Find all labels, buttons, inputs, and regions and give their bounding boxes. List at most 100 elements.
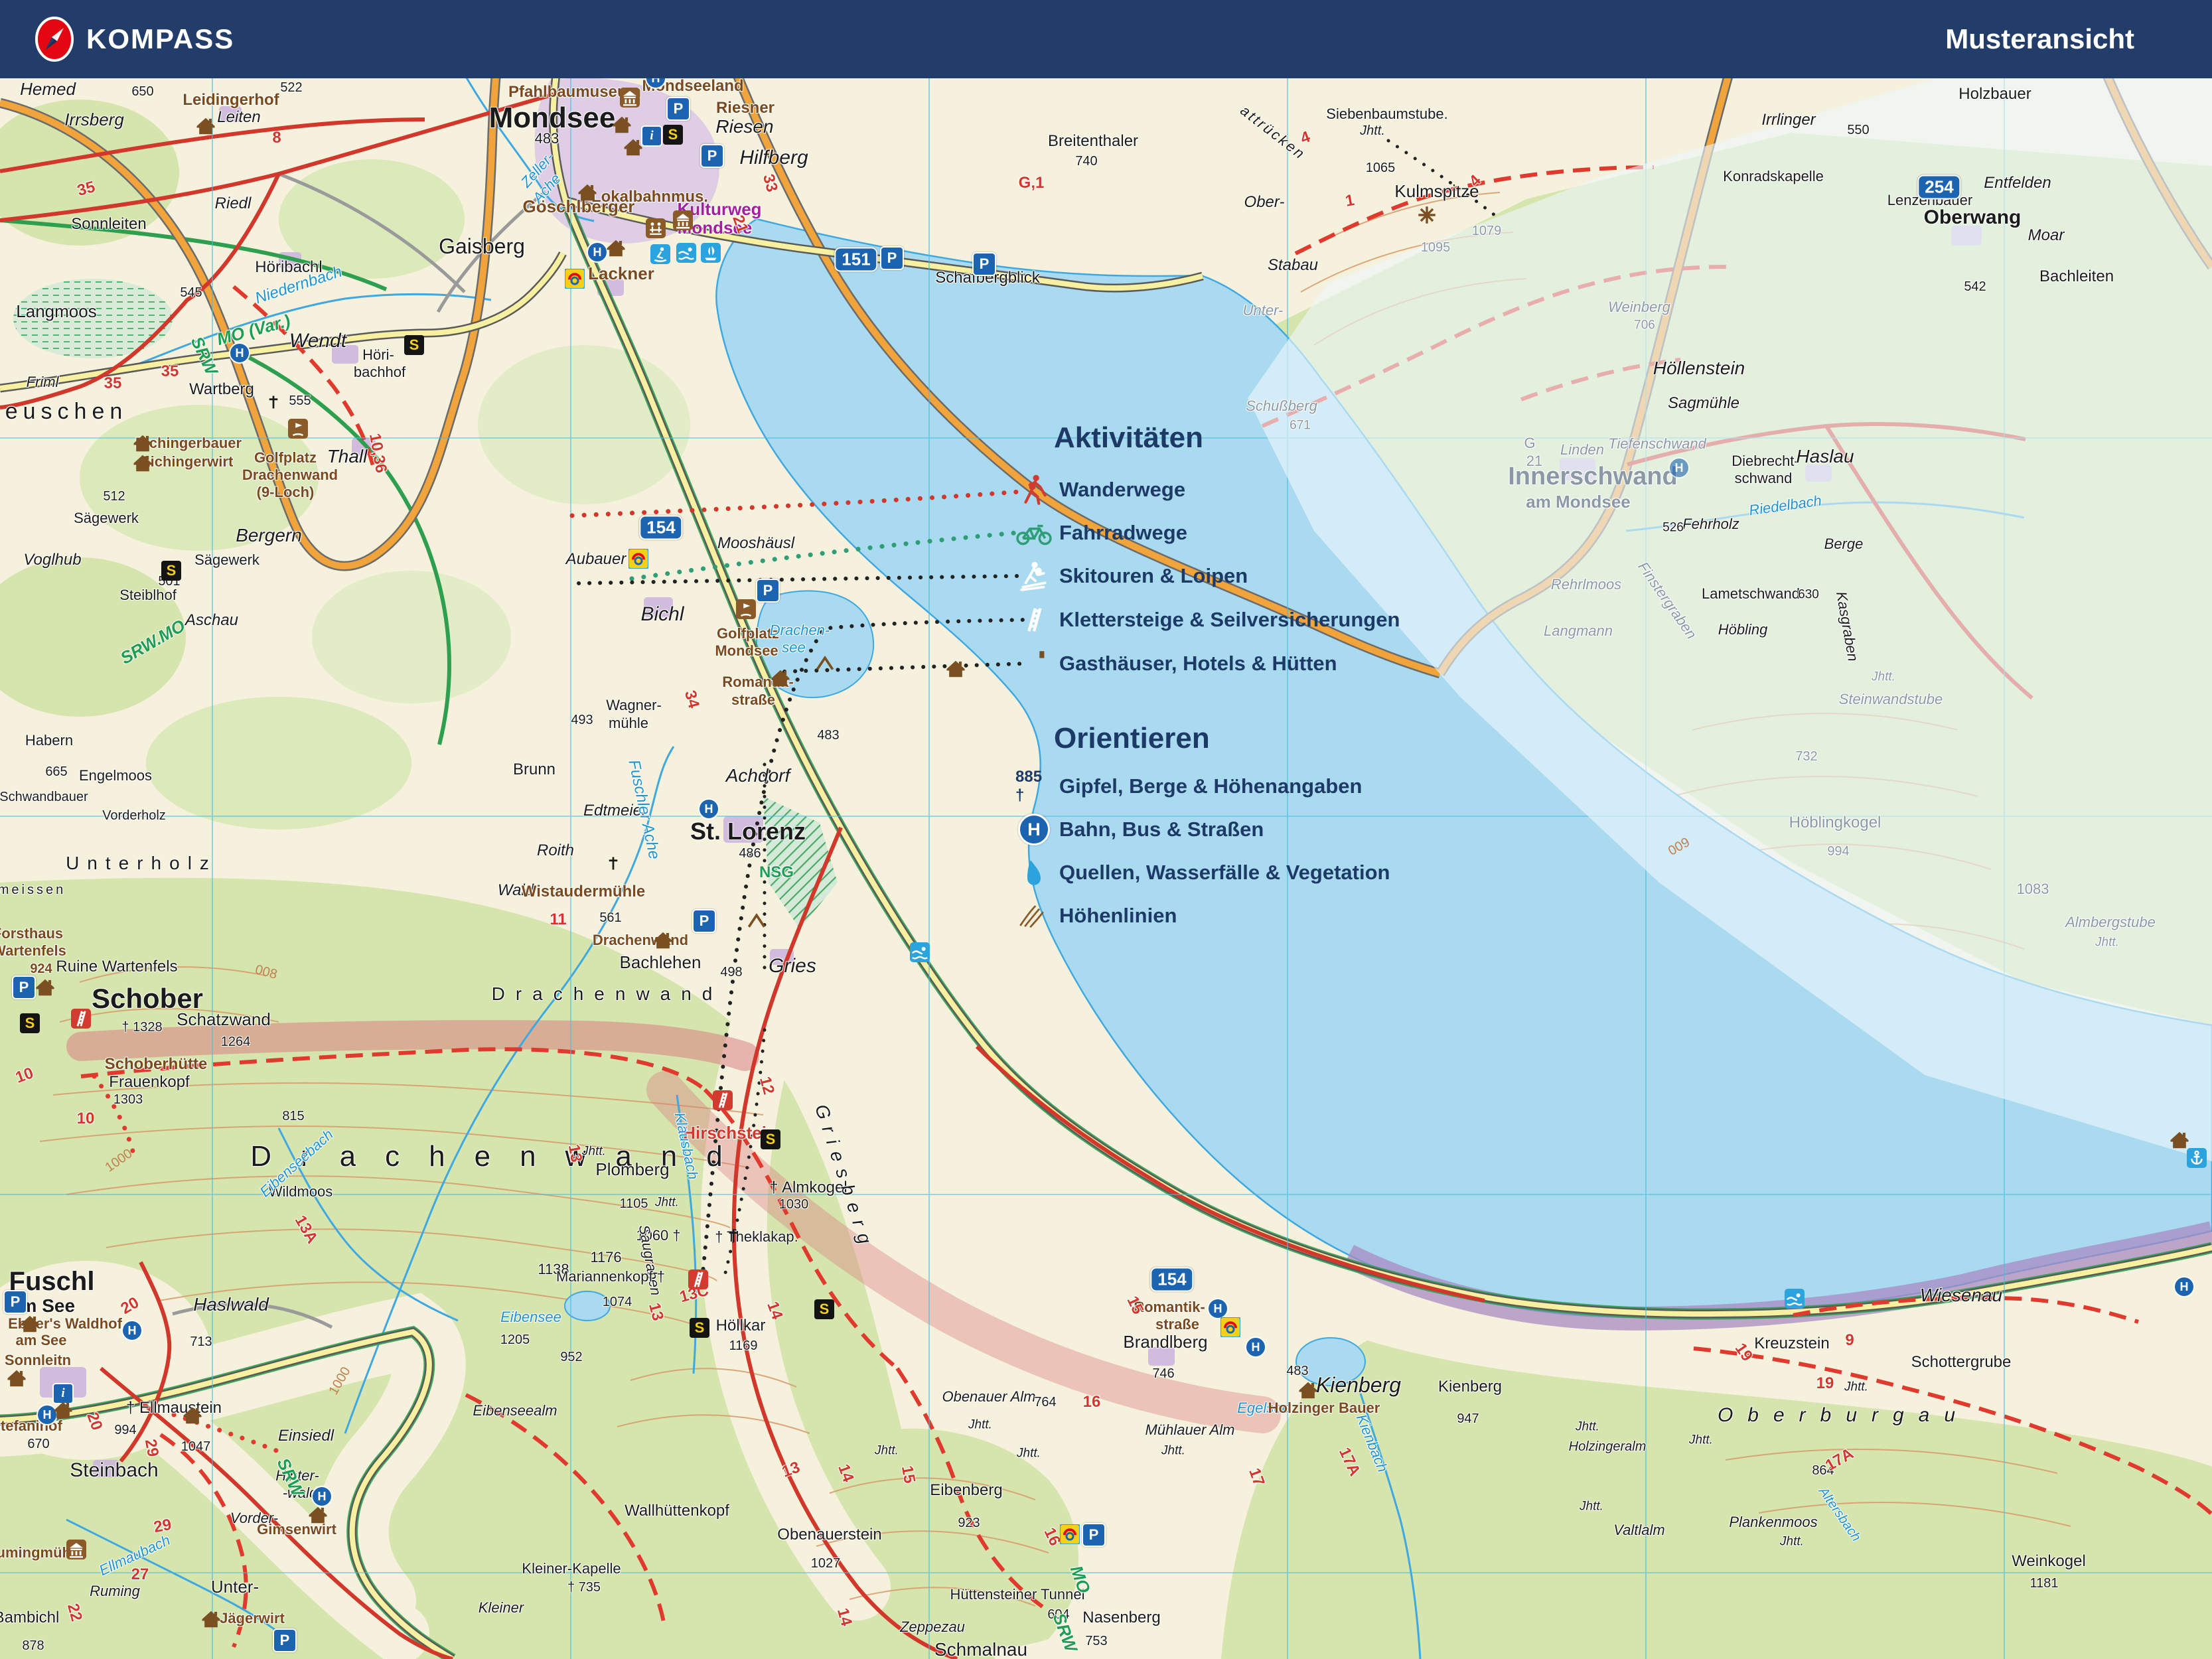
map-label: Steinwandstube — [1839, 692, 1943, 707]
map-label: G,1 — [1019, 175, 1045, 191]
map-label: Vorder- — [230, 1511, 278, 1526]
map-label: Kleiner — [479, 1601, 524, 1615]
map-label: Ober- — [1244, 194, 1285, 210]
h-icon: H — [587, 242, 608, 263]
map-label: 486 — [739, 847, 761, 860]
map-label: Jhtt. — [875, 1445, 899, 1457]
map-label: Sägewerk — [74, 511, 139, 526]
map-label: Almbergstube — [2065, 915, 2156, 930]
map-label: 483 — [817, 729, 839, 742]
map-label: schwand — [1735, 471, 1793, 486]
map-label: 545 — [180, 286, 202, 299]
map-label: Jhtt. — [1780, 1536, 1804, 1548]
map-label: Konradskapelle — [1723, 169, 1824, 184]
p-icon: P — [1082, 1523, 1106, 1547]
map-label: Holzingeralm — [1569, 1440, 1647, 1453]
map-label: see — [782, 640, 805, 655]
map-label: Kienberg — [1316, 1374, 1401, 1396]
map-label: Höri- — [362, 348, 394, 362]
hut-icon: 11 12 1l11 10v2h-3v8H4v-8H1Z" fill="#7a4… — [1015, 645, 1053, 682]
hut-icon — [308, 1506, 328, 1524]
s-icon: S — [663, 125, 683, 145]
sail-icon — [701, 243, 721, 263]
legend-activities-title: Aktivitäten — [1054, 421, 1203, 455]
map-label: Wendt — [289, 331, 346, 351]
map-label: Schmalnau — [934, 1640, 1027, 1659]
map-label: † 735 — [567, 1581, 601, 1594]
hut-icon — [196, 117, 216, 135]
map-label: 11 — [550, 912, 566, 928]
map-label: 561 — [599, 911, 621, 924]
map-label: Bichl — [640, 605, 684, 624]
p-icon: P — [692, 909, 716, 933]
road-shield: 154 — [1150, 1267, 1193, 1292]
s-icon: S — [761, 1129, 780, 1149]
museum-icon — [66, 1540, 86, 1559]
map-label: Brunn — [513, 762, 555, 778]
ladder-icon — [71, 1009, 91, 1029]
map-label: 1079 — [1472, 224, 1502, 238]
hut-icon — [133, 455, 153, 472]
map-label: 1095 — [1421, 241, 1451, 254]
cross-icon — [609, 857, 619, 871]
map-label: 13 — [646, 1301, 666, 1323]
legend-item-label: Wanderwege — [1059, 478, 1185, 502]
map-label: Forsthaus — [0, 926, 63, 941]
p-icon: P — [273, 1628, 297, 1652]
hut-icon — [201, 1611, 221, 1628]
map-label: Hilfberg — [739, 148, 808, 168]
map-label: 1205 — [500, 1333, 530, 1346]
golf-icon — [288, 419, 308, 439]
map-label: Golfplatz — [254, 451, 317, 465]
legend-item-label: Fahrradwege — [1059, 521, 1187, 545]
map-label: Jägerwirt — [220, 1611, 285, 1626]
h-icon: H — [121, 1320, 143, 1341]
map-label: Oberburgau — [1718, 1406, 1970, 1425]
map-label: Holzbauer — [1958, 86, 2031, 102]
tent-icon — [747, 914, 766, 929]
map-label: Frauenkopf — [109, 1074, 189, 1090]
map-label: 753 — [1085, 1634, 1107, 1648]
map-label: Steiblhof — [119, 588, 177, 603]
map-label: 1169 — [729, 1339, 757, 1352]
map-label: Unterholz — [66, 854, 217, 873]
map-label: 29 — [153, 1517, 173, 1536]
map-label: Sonnleiten — [71, 216, 146, 232]
map-label: 22 — [64, 1602, 84, 1623]
map-label: Zeppezau — [900, 1620, 965, 1634]
map-label: 34 — [682, 689, 701, 710]
hut-icon — [623, 139, 643, 157]
swim-icon — [676, 243, 696, 263]
map-label: 550 — [1847, 123, 1869, 137]
legend-item-label: Klettersteige & Seilversicherungen — [1059, 608, 1400, 632]
map-label: Breitenthaler — [1048, 133, 1138, 149]
map-label: Gaisberg — [439, 236, 525, 257]
map-label: Nasenberg — [1082, 1610, 1160, 1626]
map-label: Wartberg — [189, 382, 254, 397]
s-icon: S — [404, 335, 424, 355]
ladder-icon: "24" height="24" rx="4" fill="#d23b2f"/> — [1015, 601, 1053, 638]
contour-icon — [1015, 897, 1053, 934]
kompass-map-sample: KOMPASS Musteransicht — [0, 0, 2212, 1659]
map-label: † Theklakap. — [715, 1230, 798, 1244]
h-icon: H — [311, 1486, 332, 1507]
map-label: 815 — [282, 1110, 304, 1123]
map-label: Tiefenschwand — [1608, 437, 1706, 451]
map-label: 746 — [1152, 1367, 1174, 1380]
h-icon: H — [2174, 1276, 2195, 1297]
map-label: Jhtt. — [582, 1145, 606, 1158]
spring-icon — [1015, 854, 1053, 891]
map-label: 713 — [190, 1335, 212, 1348]
map-label: 706 — [1634, 319, 1655, 332]
map-label: 952 — [560, 1350, 582, 1364]
map-label: Höribachl — [255, 259, 322, 275]
buslogo-icon — [628, 549, 648, 569]
p-icon: P — [880, 246, 904, 270]
hut-icon — [612, 116, 632, 134]
hut-icon — [35, 979, 55, 997]
map-label: Hüttensteiner Tunnel — [950, 1587, 1084, 1602]
ski-icon — [1015, 557, 1053, 595]
swim-icon — [910, 942, 930, 962]
map-label: Ruming — [90, 1584, 140, 1599]
map-label: Jhtt. — [1689, 1434, 1713, 1447]
